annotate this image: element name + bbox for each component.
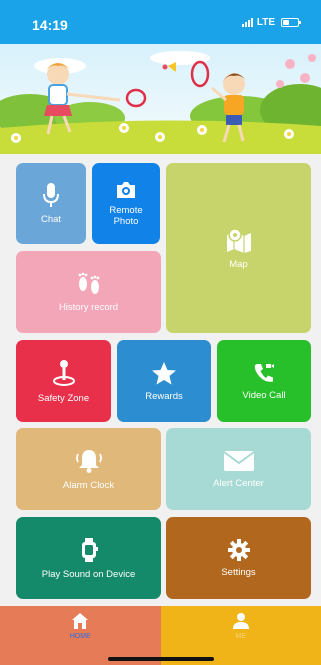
banner-illustration [0, 44, 321, 154]
signal-icon [241, 18, 253, 27]
rewards-label: Rewards [145, 390, 183, 402]
map-icon [226, 227, 251, 253]
safety-zone-label: Safety Zone [37, 392, 90, 404]
safety-zone-tile[interactable]: Safety Zone [16, 340, 111, 422]
remote-photo-label: Remote Photo [109, 204, 143, 227]
video-call-tile[interactable]: Video Call [217, 340, 311, 422]
tab-home-label: HOME [69, 633, 91, 640]
location-pin-icon [52, 359, 75, 386]
alarm-clock-tile[interactable]: Alarm Clock [16, 428, 161, 510]
smartwatch-icon [81, 537, 98, 562]
tab-me-label: ME [235, 633, 247, 640]
microphone-icon [43, 183, 59, 207]
chat-tile[interactable]: Chat [16, 163, 86, 244]
envelope-icon [222, 450, 255, 471]
battery-icon [281, 18, 301, 27]
remote-photo-tile[interactable]: Remote Photo [92, 163, 160, 244]
person-icon [232, 613, 249, 629]
status-bar: 14:19 LTE [0, 0, 321, 44]
alarm-clock-label: Alarm Clock [62, 479, 115, 491]
badminton-kids-illustration [0, 44, 321, 154]
play-sound-label: Play Sound on Device [41, 568, 136, 580]
map-label: Map [229, 258, 248, 270]
video-call-icon [254, 363, 274, 382]
home-icon [72, 613, 89, 629]
star-icon [152, 361, 176, 384]
history-record-label: History record [58, 301, 119, 313]
home-indicator [108, 657, 214, 661]
network-type: LTE [256, 17, 275, 28]
play-sound-tile[interactable]: Play Sound on Device [16, 517, 161, 599]
history-record-tile[interactable]: History record [16, 251, 161, 333]
camera-icon [117, 181, 135, 198]
chat-label: Chat [40, 214, 62, 225]
gear-icon [227, 538, 250, 561]
settings-label: Settings [221, 566, 256, 578]
status-time: 14:19 [32, 17, 68, 33]
rewards-tile[interactable]: Rewards [117, 340, 211, 422]
video-call-label: Video Call [242, 389, 286, 401]
bell-icon [75, 449, 102, 473]
settings-tile[interactable]: Settings [166, 517, 311, 599]
map-tile[interactable]: Map [166, 163, 311, 333]
status-indicators: LTE [241, 17, 301, 28]
footprints-icon [78, 272, 99, 294]
alert-center-label: Alert Center [213, 477, 264, 489]
alert-center-tile[interactable]: Alert Center [166, 428, 311, 510]
